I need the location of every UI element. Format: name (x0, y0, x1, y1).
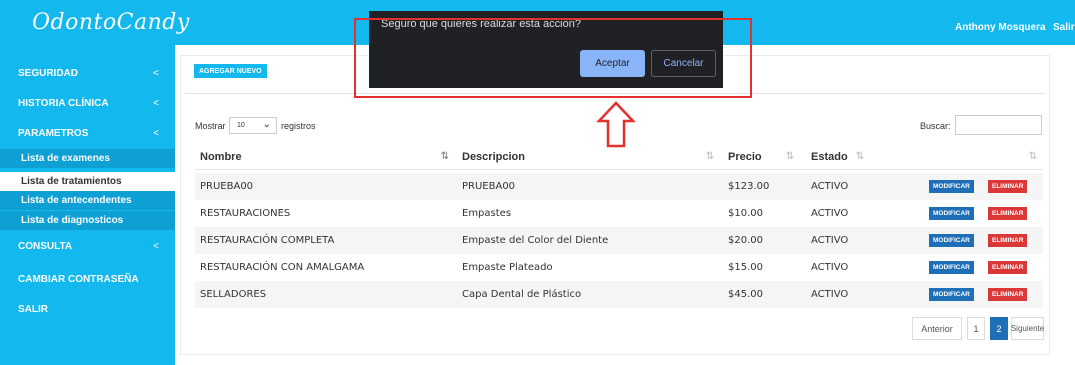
sidebar-subitem-diagnosticos[interactable]: Lista de diagnosticos (0, 211, 175, 230)
chevron-left-icon: < (153, 67, 159, 79)
sort-icon: ⇅ (1028, 151, 1037, 162)
cell-descripcion: Empaste del Color del Diente (462, 235, 609, 246)
modify-button[interactable]: MODIFICAR (929, 261, 974, 274)
cell-nombre: RESTAURACIONES (200, 208, 291, 219)
delete-button[interactable]: ELIMINAR (988, 234, 1028, 247)
column-header-descripcion[interactable]: Descripcion ⇅ (455, 144, 720, 170)
column-header-label: Estado (811, 150, 848, 163)
add-new-button[interactable]: AGREGAR NUEVO (194, 64, 267, 78)
search-input[interactable] (955, 115, 1042, 135)
sort-icon: ⇅ (705, 151, 714, 162)
sidebar-subitem-examenes[interactable]: Lista de examenes (0, 149, 175, 168)
sidebar-item-label: PARAMETROS (18, 127, 89, 139)
cell-precio: $20.00 (728, 235, 763, 246)
delete-button[interactable]: ELIMINAR (988, 180, 1028, 193)
modify-button[interactable]: MODIFICAR (929, 180, 974, 193)
pagination-page-1[interactable]: 1 (967, 317, 985, 340)
table-row: SELLADORES Capa Dental de Plástico $45.0… (195, 281, 1043, 308)
sidebar-item-salir[interactable]: SALIR (0, 298, 175, 320)
table-row: RESTAURACIONES Empastes $10.00 ACTIVO MO… (195, 200, 1043, 227)
modify-button[interactable]: MODIFICAR (929, 288, 974, 301)
page-length-value: 10 (237, 122, 245, 129)
cell-estado: ACTIVO (811, 235, 849, 246)
sidebar-item-consulta[interactable]: CONSULTA < (0, 235, 175, 257)
sort-asc-icon: ⇅ (440, 151, 449, 162)
sidebar-item-label: CONSULTA (18, 240, 73, 252)
cell-descripcion: Empaste Plateado (462, 262, 553, 273)
annotation-highlight-box (354, 18, 752, 98)
cell-descripcion: PRUEBA00 (462, 181, 516, 192)
column-header-nombre[interactable]: Nombre ⇅ (195, 144, 455, 170)
cell-estado: ACTIVO (811, 262, 849, 273)
cell-nombre: PRUEBA00 (200, 181, 254, 192)
sidebar-item-label: CAMBIAR CONTRASEÑA (18, 273, 139, 285)
chevron-left-icon: < (153, 127, 159, 139)
chevron-left-icon: < (153, 97, 159, 109)
table-row: RESTAURACIÓN CON AMALGAMA Empaste Platea… (195, 254, 1043, 281)
modify-button[interactable]: MODIFICAR (929, 207, 974, 220)
delete-button[interactable]: ELIMINAR (988, 261, 1028, 274)
logout-link[interactable]: Salir (1053, 22, 1075, 33)
sidebar-item-cambiar-contrasena[interactable]: CAMBIAR CONTRASEÑA (0, 268, 175, 290)
column-header-label: Descripcion (462, 150, 525, 163)
cell-descripcion: Capa Dental de Plástico (462, 289, 582, 300)
sidebar-item-label: SALIR (18, 303, 48, 315)
cell-precio: $15.00 (728, 262, 763, 273)
cell-precio: $10.00 (728, 208, 763, 219)
length-label-suffix: registros (281, 121, 316, 131)
cell-nombre: SELLADORES (200, 289, 267, 300)
cell-nombre: RESTAURACIÓN CON AMALGAMA (200, 262, 365, 273)
sidebar-subitem-tratamientos[interactable]: Lista de tratamientos (0, 172, 175, 191)
sidebar-item-parametros[interactable]: PARAMETROS < (0, 122, 175, 144)
delete-button[interactable]: ELIMINAR (988, 207, 1028, 220)
cell-descripcion: Empastes (462, 208, 512, 219)
up-arrow-icon (596, 101, 636, 148)
cell-nombre: RESTAURACIÓN COMPLETA (200, 235, 335, 246)
page-length-select[interactable]: 10 ⌄ (229, 117, 277, 134)
sidebar-item-seguridad[interactable]: SEGURIDAD < (0, 62, 175, 84)
pagination-next[interactable]: Siguiente (1011, 317, 1044, 340)
cell-estado: ACTIVO (811, 289, 849, 300)
sort-icon: ⇅ (785, 151, 794, 162)
sidebar: SEGURIDAD < HISTORIA CLÍNICA < PARAMETRO… (0, 45, 175, 365)
sidebar-subitem-antecedentes[interactable]: Lista de antecendentes (0, 191, 175, 210)
column-header-acciones[interactable]: ⇅ (870, 144, 1043, 170)
column-header-label: Precio (728, 150, 762, 163)
user-name[interactable]: Anthony Mosquera (955, 22, 1046, 33)
sidebar-item-historia-clinica[interactable]: HISTORIA CLÍNICA < (0, 92, 175, 114)
pagination-prev[interactable]: Anterior (912, 317, 962, 340)
sidebar-item-label: SEGURIDAD (18, 67, 79, 79)
column-header-label: Nombre (200, 150, 242, 163)
pagination-page-2[interactable]: 2 (990, 317, 1008, 340)
column-header-precio[interactable]: Precio ⇅ (720, 144, 800, 170)
chevron-left-icon: < (153, 240, 159, 252)
modify-button[interactable]: MODIFICAR (929, 234, 974, 247)
table-row: RESTAURACIÓN COMPLETA Empaste del Color … (195, 227, 1043, 254)
delete-button[interactable]: ELIMINAR (988, 288, 1028, 301)
search-label: Buscar: (920, 121, 951, 131)
cell-estado: ACTIVO (811, 208, 849, 219)
table-row: PRUEBA00 PRUEBA00 $123.00 ACTIVO MODIFIC… (195, 173, 1043, 200)
cell-estado: ACTIVO (811, 181, 849, 192)
cell-precio: $123.00 (728, 181, 770, 192)
chevron-down-icon: ⌄ (262, 119, 271, 130)
brand-logo[interactable]: OdontoCandy (0, 0, 189, 45)
column-header-estado[interactable]: Estado ⇅ (800, 144, 870, 170)
cell-precio: $45.00 (728, 289, 763, 300)
sort-icon: ⇅ (855, 151, 864, 162)
length-label: Mostrar (195, 121, 226, 131)
sidebar-item-label: HISTORIA CLÍNICA (18, 97, 109, 109)
